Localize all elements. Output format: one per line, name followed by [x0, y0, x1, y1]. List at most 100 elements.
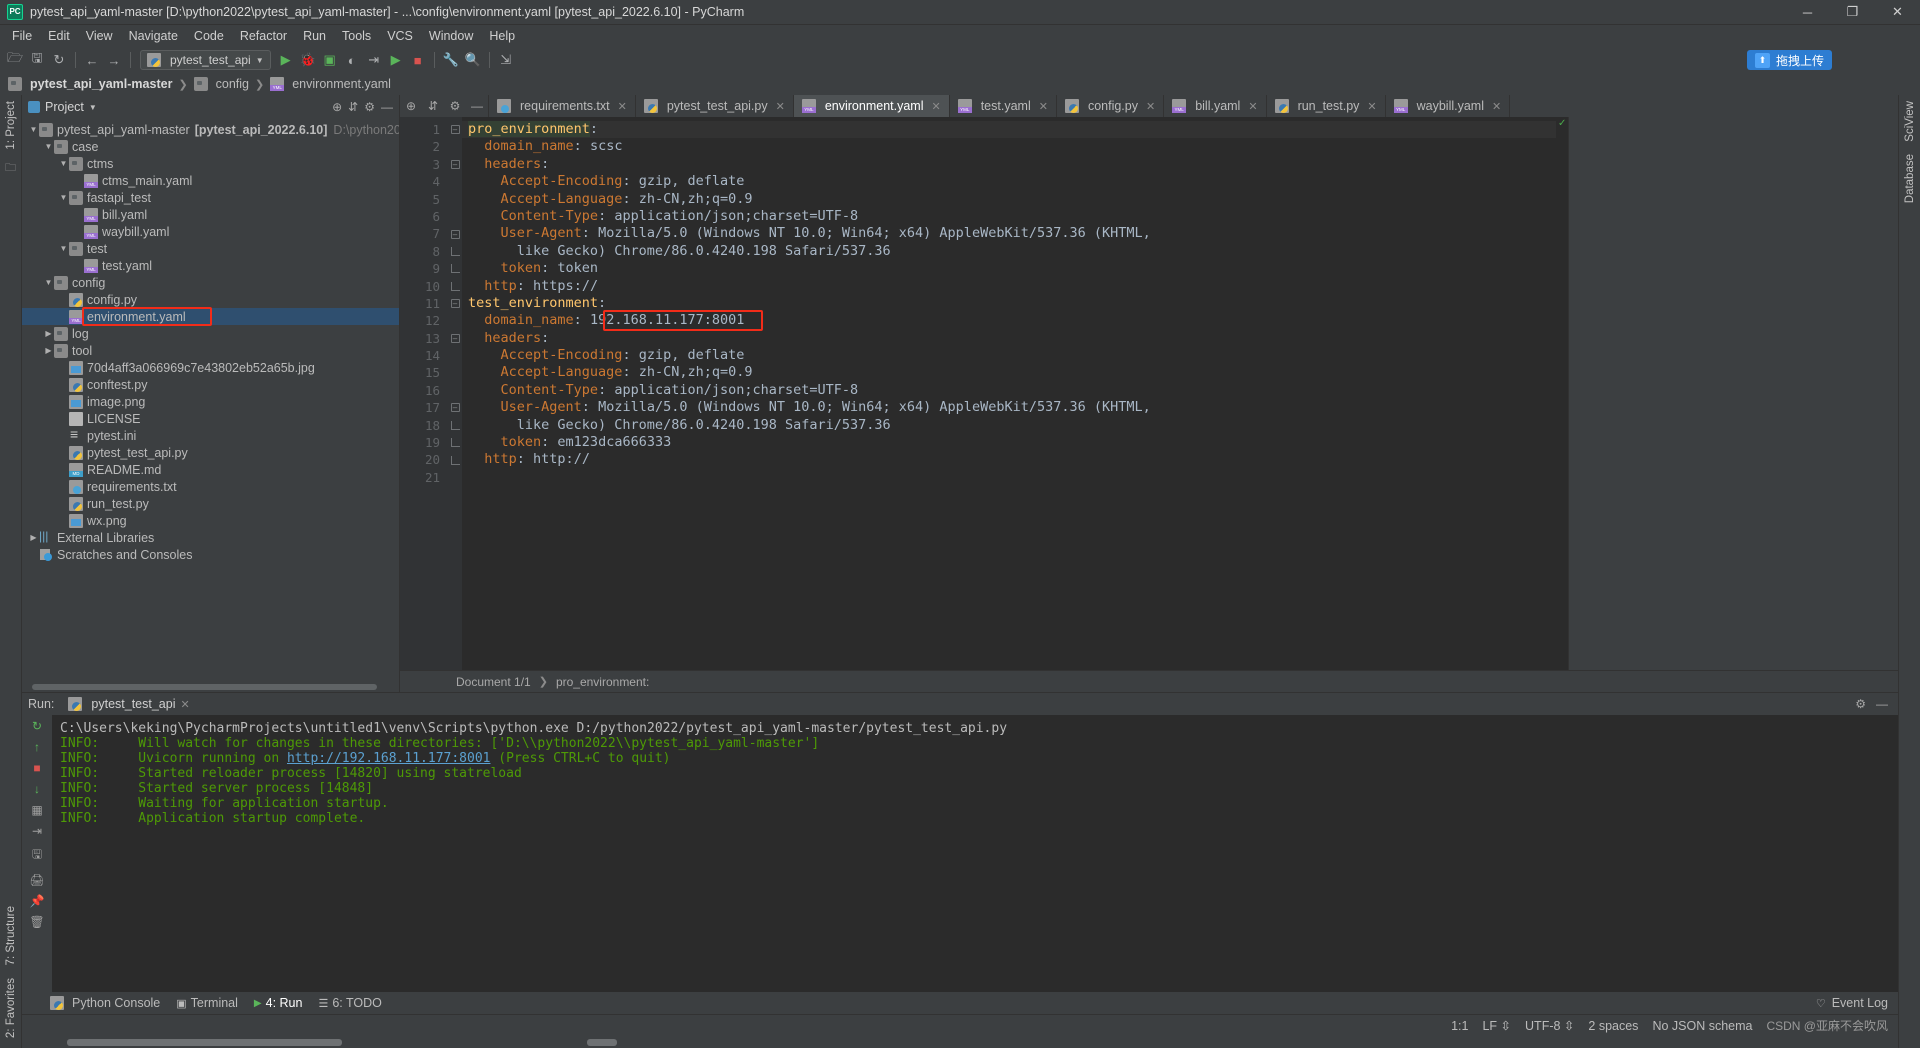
chevron-down-icon[interactable]: ▼: [58, 193, 69, 202]
code-line[interactable]: Accept-Encoding: gzip, deflate: [462, 173, 1556, 190]
editor-tab-environment-yaml[interactable]: environment.yaml ✕: [793, 95, 950, 117]
code-line[interactable]: headers:: [462, 330, 1556, 347]
debug-icon[interactable]: 🐞: [297, 49, 319, 71]
menu-view[interactable]: View: [78, 27, 121, 45]
close-button[interactable]: ✕: [1875, 0, 1920, 25]
folder-icon[interactable]: 🗀: [5, 159, 16, 178]
tree-row[interactable]: ▶ README.md: [22, 461, 399, 478]
tree-row[interactable]: ▼ test: [22, 240, 399, 257]
locate-file-icon[interactable]: ⊕: [332, 100, 342, 114]
code-line[interactable]: token: em123dca666333: [462, 434, 1556, 451]
bottom-scrollbar[interactable]: [22, 1036, 1898, 1048]
menu-tools[interactable]: Tools: [334, 27, 379, 45]
tree-row[interactable]: ▶ pytest.ini: [22, 426, 399, 444]
tree-row[interactable]: ▶ config.py: [22, 291, 399, 308]
code-line[interactable]: like Gecko) Chrome/86.0.4240.198 Safari/…: [462, 243, 1556, 260]
menu-code[interactable]: Code: [186, 27, 232, 45]
close-icon[interactable]: ✕: [1146, 100, 1155, 113]
close-icon[interactable]: ✕: [776, 100, 785, 113]
caret-position[interactable]: 1:1: [1451, 1019, 1468, 1033]
fold-marker[interactable]: –: [448, 330, 462, 347]
close-icon[interactable]: ✕: [1367, 100, 1376, 113]
editor-tab-run-test-py[interactable]: run_test.py ✕: [1267, 95, 1386, 117]
chevron-right-icon[interactable]: ▶: [43, 329, 54, 338]
coverage-icon[interactable]: ▣: [319, 49, 341, 71]
sidebar-item-structure[interactable]: 7: Structure: [3, 900, 19, 971]
code-line[interactable]: Accept-Encoding: gzip, deflate: [462, 347, 1556, 364]
collapse-all-icon[interactable]: ⇵: [348, 100, 358, 114]
tree-row[interactable]: ▼ fastapi_test: [22, 189, 399, 206]
collapse-icon[interactable]: –: [450, 125, 460, 135]
code-line[interactable]: test_environment:: [462, 295, 1556, 312]
drag-upload-badge[interactable]: ⬆ 拖拽上传: [1746, 50, 1832, 70]
editor-tab-bill-yaml[interactable]: bill.yaml ✕: [1164, 95, 1267, 117]
run-with-icon[interactable]: ⇥: [363, 49, 385, 71]
menu-file[interactable]: File: [4, 27, 40, 45]
scrollbar-thumb-left[interactable]: [67, 1039, 342, 1046]
bottom-tab-python-console[interactable]: Python Console: [50, 996, 160, 1010]
close-icon[interactable]: ✕: [1492, 100, 1501, 113]
tree-row[interactable]: ▶ run_test.py: [22, 495, 399, 512]
code-line[interactable]: Accept-Language: zh-CN,zh;q=0.9: [462, 364, 1556, 381]
tree-row[interactable]: ▶ LICENSE: [22, 410, 399, 427]
tree-row[interactable]: ▼ pytest_api_yaml-master [pytest_api_2022.…: [22, 121, 399, 138]
sidebar-item-favorites[interactable]: 2: Favorites: [3, 972, 19, 1044]
forward-arrow-icon[interactable]: →: [103, 49, 125, 71]
tree-row[interactable]: ▶ wx.png: [22, 512, 399, 529]
stop-icon[interactable]: ■: [33, 761, 40, 775]
maximize-button[interactable]: ❐: [1830, 0, 1875, 25]
close-icon[interactable]: ✕: [1248, 100, 1257, 113]
chevron-down-icon[interactable]: ▼: [43, 278, 54, 287]
search-everywhere-icon[interactable]: 🔍: [462, 49, 484, 71]
file-encoding[interactable]: UTF-8 ⇳: [1525, 1018, 1574, 1033]
code-line[interactable]: Content-Type: application/json;charset=U…: [462, 208, 1556, 225]
fold-marker[interactable]: [448, 434, 462, 451]
tree-row[interactable]: ▶ ctms_main.yaml: [22, 172, 399, 189]
tree-row[interactable]: ▶ 70d4aff3a066969c7e43802eb52a65b.jpg: [22, 359, 399, 376]
fold-marker[interactable]: [448, 278, 462, 295]
menu-navigate[interactable]: Navigate: [121, 27, 186, 45]
breadcrumb-project[interactable]: pytest_api_yaml-master: [8, 77, 172, 91]
tree-row[interactable]: ▶ External Libraries: [22, 529, 399, 546]
tree-row[interactable]: ▶ image.png: [22, 393, 399, 410]
code-line[interactable]: token: token: [462, 260, 1556, 277]
tree-row[interactable]: ▼ case: [22, 138, 399, 155]
build-icon[interactable]: 🔧: [440, 49, 462, 71]
hide-panel-icon[interactable]: —: [1876, 697, 1888, 711]
code-line[interactable]: [462, 469, 1556, 486]
fold-marker[interactable]: [448, 243, 462, 260]
code-line[interactable]: headers:: [462, 156, 1556, 173]
scroll-down-icon[interactable]: ↓: [34, 782, 40, 796]
pin-icon[interactable]: 📌: [30, 894, 45, 908]
sidebar-item-sciview[interactable]: SciView: [1902, 95, 1918, 148]
gear-icon[interactable]: ⚙: [364, 100, 375, 114]
menu-vcs[interactable]: VCS: [379, 27, 421, 45]
code-editor[interactable]: pro_environment: domain_name: scsc heade…: [462, 117, 1556, 670]
tree-row[interactable]: ▶ bill.yaml: [22, 206, 399, 223]
close-icon[interactable]: ✕: [1039, 100, 1048, 113]
tree-row[interactable]: ▶ environment.yaml: [22, 308, 399, 325]
chevron-right-icon[interactable]: ▶: [28, 533, 39, 542]
fold-marker[interactable]: [448, 451, 462, 468]
close-icon[interactable]: ✕: [931, 100, 940, 113]
print-icon[interactable]: 🖨: [29, 873, 44, 887]
event-log-area[interactable]: ♡ Event Log: [1816, 996, 1898, 1010]
chevron-right-icon[interactable]: ▶: [43, 346, 54, 355]
chevron-down-icon[interactable]: ▼: [28, 125, 39, 134]
scroll-to-end-icon[interactable]: ⇥: [32, 824, 42, 838]
tree-row[interactable]: ▶ conftest.py: [22, 376, 399, 393]
code-line[interactable]: http: http://: [462, 451, 1556, 468]
scrollbar-thumb[interactable]: [32, 684, 377, 690]
collapse-icon[interactable]: –: [450, 333, 460, 343]
gear-icon[interactable]: ⚙: [1855, 697, 1866, 711]
tree-row[interactable]: ▶ tool: [22, 342, 399, 359]
code-line[interactable]: domain_name: scsc: [462, 138, 1556, 155]
rerun-icon[interactable]: ↻: [32, 719, 42, 733]
stop-icon[interactable]: ■: [407, 49, 429, 71]
chevron-down-icon[interactable]: ▼: [58, 159, 69, 168]
editor-tab-config-py[interactable]: config.py ✕: [1057, 95, 1165, 117]
fold-marker[interactable]: –: [448, 295, 462, 312]
editor-tab-test-yaml[interactable]: test.yaml ✕: [950, 95, 1057, 117]
collapse-icon[interactable]: –: [450, 299, 460, 309]
sync-icon[interactable]: ↻: [48, 49, 70, 71]
